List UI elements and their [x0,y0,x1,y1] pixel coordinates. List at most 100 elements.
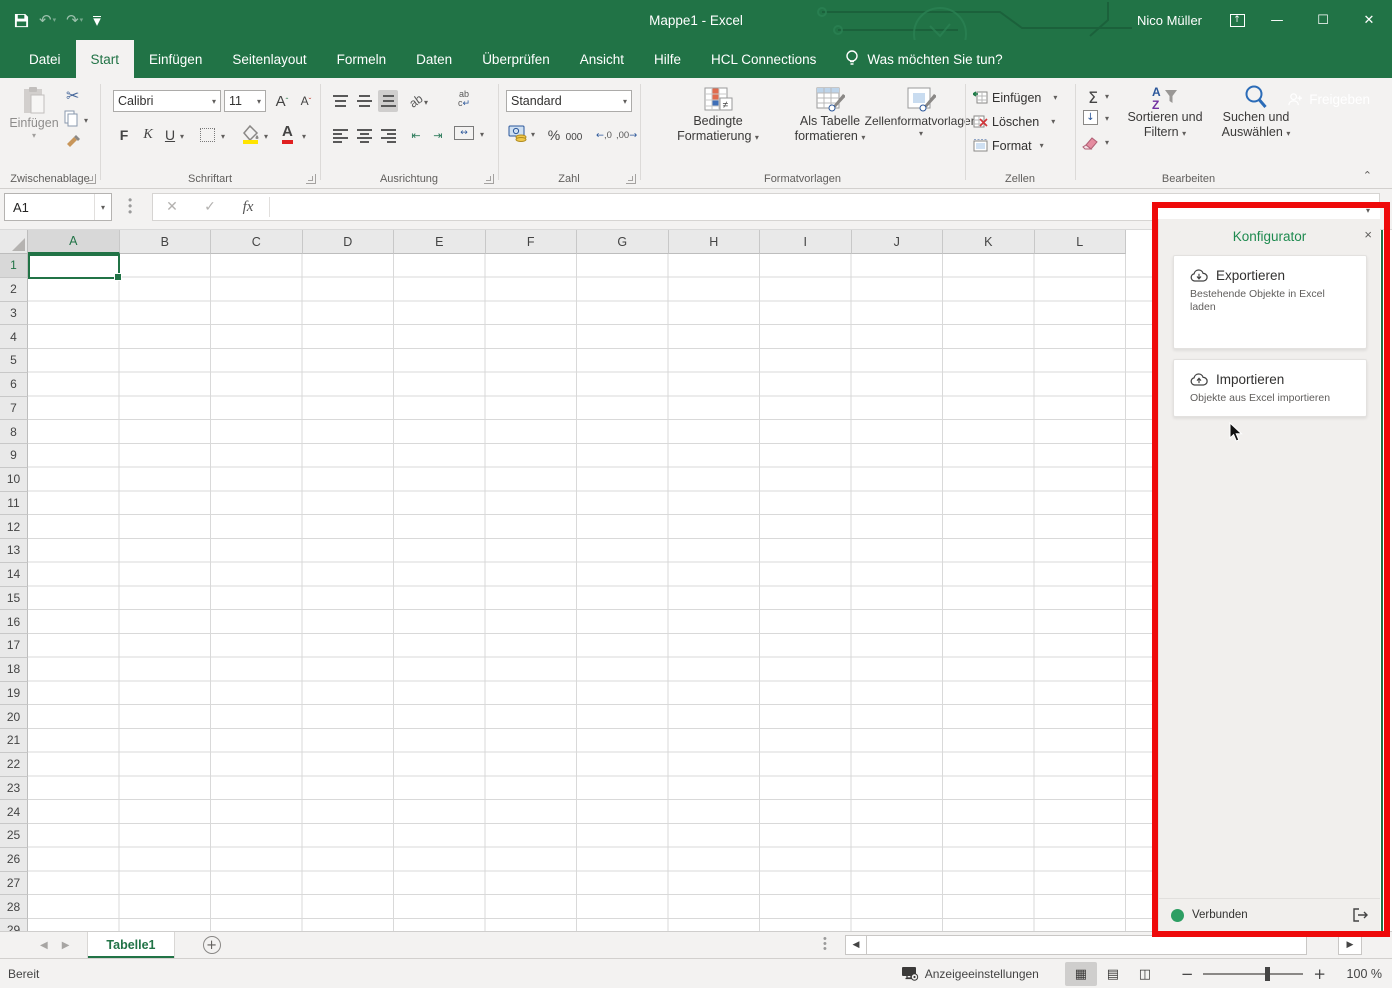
collapse-ribbon-button[interactable]: ⌃ [1363,169,1372,182]
pane-close-icon[interactable]: × [1364,227,1372,242]
select-all-button[interactable] [0,230,28,254]
zoom-slider-thumb[interactable] [1265,967,1270,981]
view-normal-button[interactable]: ▦ [1065,962,1097,986]
insert-function-button[interactable]: fx [229,199,267,216]
column-header-h[interactable]: H [669,230,761,254]
row-header-4[interactable]: 4 [0,325,28,349]
zoom-in-button[interactable]: + [1313,965,1326,983]
shrink-font-button[interactable]: Aˇ [296,90,316,112]
increase-indent-button[interactable]: ⇥ [428,124,448,146]
hscroll-thumb[interactable] [866,935,1307,955]
zoom-slider[interactable] [1203,973,1303,975]
row-header-9[interactable]: 9 [0,444,28,468]
fill-button[interactable]: ↓ [1083,110,1098,125]
import-card[interactable]: Importieren Objekte aus Excel importiere… [1173,359,1367,417]
row-header-2[interactable]: 2 [0,278,28,302]
font-color-dropdown[interactable]: ▾ [302,132,306,141]
autosum-button[interactable]: Σ [1083,86,1103,108]
row-header-21[interactable]: 21 [0,729,28,753]
format-painter-button[interactable] [65,134,81,150]
column-header-l[interactable]: L [1035,230,1127,254]
view-page-layout-button[interactable]: ▤ [1097,962,1129,986]
row-header-19[interactable]: 19 [0,682,28,706]
wrap-text-button[interactable]: abc↵ [454,88,474,110]
share-button[interactable]: Freigeben [1288,80,1370,118]
name-box[interactable]: A1 ▾ [4,193,112,221]
clear-dropdown[interactable]: ▾ [1105,138,1109,147]
clear-button[interactable] [1081,136,1098,150]
clipboard-dialog-launcher[interactable] [86,174,96,184]
formula-bar-splitter[interactable]: ••• [128,197,132,215]
row-header-13[interactable]: 13 [0,539,28,563]
name-box-dropdown[interactable]: ▾ [94,194,111,220]
tabbar-splitter[interactable]: ••• [823,937,827,952]
column-header-e[interactable]: E [394,230,486,254]
italic-button[interactable]: K [138,124,158,146]
view-page-break-button[interactable]: ◫ [1129,962,1161,986]
column-header-b[interactable]: B [120,230,212,254]
cut-button[interactable]: ✂ [66,86,79,105]
number-format-select[interactable]: Standard▾ [506,90,632,112]
decrease-decimal-button[interactable]: ,00→ [616,124,637,146]
row-header-20[interactable]: 20 [0,705,28,729]
minimize-button[interactable]: — [1254,0,1300,40]
fill-color-dropdown[interactable]: ▾ [264,132,268,141]
accounting-format-dropdown[interactable]: ▾ [531,130,535,139]
increase-decimal-button[interactable]: ←,0 [594,124,614,146]
align-right-button[interactable] [378,124,398,146]
zoom-level-label[interactable]: 100 % [1336,967,1382,981]
row-header-8[interactable]: 8 [0,420,28,444]
insert-cells-button[interactable]: Einfügen▾ [973,86,1057,109]
row-header-17[interactable]: 17 [0,634,28,658]
align-left-button[interactable] [330,124,350,146]
maximize-button[interactable]: ☐ [1300,0,1346,40]
paste-button[interactable]: Einfügen ▾ [8,86,60,140]
align-center-button[interactable] [354,124,374,146]
tab--berpr-fen[interactable]: Überprüfen [467,40,565,78]
column-header-f[interactable]: F [486,230,578,254]
row-header-14[interactable]: 14 [0,563,28,587]
tab-hcl-connections[interactable]: HCL Connections [696,40,831,78]
column-header-c[interactable]: C [211,230,303,254]
tab-datei[interactable]: Datei [14,40,76,78]
export-card[interactable]: Exportieren Bestehende Objekte in Excel … [1173,255,1367,349]
accounting-format-button[interactable] [508,124,528,142]
column-header-j[interactable]: J [852,230,944,254]
delete-cells-button[interactable]: Löschen▾ [973,110,1055,133]
row-header-26[interactable]: 26 [0,848,28,872]
account-name[interactable]: Nico Müller [1137,13,1202,28]
hscroll-left-icon[interactable]: ◀ [845,935,867,955]
column-header-g[interactable]: G [577,230,669,254]
merge-center-button[interactable]: ↔ [454,126,474,140]
hscroll-right-icon[interactable]: ▶ [1338,935,1362,955]
font-color-button[interactable]: A [282,123,293,144]
add-sheet-button[interactable]: + [203,936,221,954]
column-header-a[interactable]: A [28,230,120,254]
row-header-15[interactable]: 15 [0,587,28,611]
bold-button[interactable]: F [114,124,134,146]
row-header-11[interactable]: 11 [0,492,28,516]
font-size-select[interactable]: 11▾ [224,90,266,112]
font-name-select[interactable]: Calibri▾ [113,90,221,112]
next-sheet-icon[interactable]: ▶ [62,940,70,951]
grow-font-button[interactable]: Aˆ [272,90,292,112]
column-header-i[interactable]: I [760,230,852,254]
percent-style-button[interactable]: % [544,124,564,146]
find-select-button[interactable]: Suchen und Auswählen ▾ [1213,84,1299,141]
selected-cell-a1[interactable] [28,254,120,279]
prev-sheet-icon[interactable]: ◀ [40,940,48,951]
row-header-16[interactable]: 16 [0,610,28,634]
conditional-formatting-button[interactable]: ≠ Bedingte Formatierung ▾ [658,86,778,145]
cancel-entry-icon[interactable]: ✕ [153,199,191,215]
row-header-18[interactable]: 18 [0,658,28,682]
comma-style-button[interactable]: 000 [564,126,584,148]
merge-center-dropdown[interactable]: ▾ [480,130,484,139]
cells-area[interactable] [28,254,1160,931]
row-header-23[interactable]: 23 [0,777,28,801]
copy-button[interactable] [64,110,79,127]
decrease-indent-button[interactable]: ⇤ [406,124,426,146]
tell-me-box[interactable]: Was möchten Sie tun? [845,40,1002,78]
tab-ansicht[interactable]: Ansicht [565,40,639,78]
fill-dropdown[interactable]: ▾ [1105,114,1109,123]
borders-dropdown[interactable]: ▾ [221,132,225,141]
